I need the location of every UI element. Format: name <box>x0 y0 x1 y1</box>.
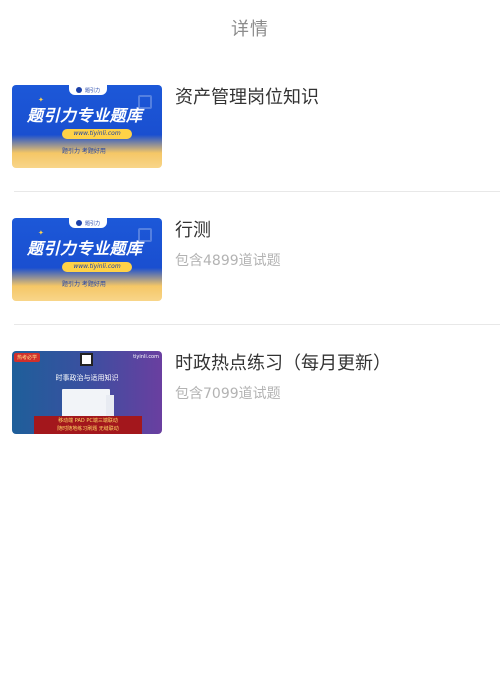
hot-tag: 热考必学 <box>14 353 41 362</box>
logo-text: 题引力 <box>84 220 100 227</box>
logo-icon <box>75 87 82 93</box>
decoration-shape <box>138 95 152 109</box>
logo-icon <box>75 220 82 226</box>
thumbnail-url: www.tiyinli.com <box>62 129 132 139</box>
list-item[interactable]: 题引力 ✦ 题引力专业题库 www.tiyinli.com 题引力 考题好用 行… <box>0 218 500 351</box>
item-info: 时政热点练习（每月更新） 包含7099道试题 <box>162 351 391 403</box>
top-bar: 详情 <box>0 0 500 56</box>
thumbnail-brand: tiyinli.com <box>133 354 159 360</box>
thumbnail-banner: 题引力专业题库 <box>27 239 143 258</box>
page-title: 详情 <box>231 19 269 40</box>
thumbnail-headline: 时事政治与适用知识 <box>55 374 119 382</box>
list-item[interactable]: 热考必学 tiyinli.com 时事政治与适用知识 移动端 PAD PC端三端… <box>0 351 500 484</box>
device-screen-illustration <box>106 395 114 417</box>
thumbnail-footer-line: 随时随地练习刷题 无缝联动 <box>57 426 119 432</box>
item-info: 行测 包含4899道试题 <box>162 218 281 270</box>
logo-text: 题引力 <box>84 87 100 94</box>
decoration-shape <box>138 228 152 242</box>
brand-logo: 题引力 <box>69 218 107 228</box>
list-item[interactable]: 题引力 ✦ 题引力专业题库 www.tiyinli.com 题引力 考题好用 资… <box>0 85 500 218</box>
thumbnail-url: www.tiyinli.com <box>62 262 132 272</box>
item-question-count: 包含4899道试题 <box>175 253 281 269</box>
thumbnail-slogan: 题引力 考题好用 <box>62 148 106 155</box>
device-screen-illustration <box>62 389 110 417</box>
course-thumbnail[interactable]: 题引力 ✦ 题引力专业题库 www.tiyinli.com 题引力 考题好用 <box>12 218 162 301</box>
item-title[interactable]: 资产管理岗位知识 <box>175 86 319 110</box>
course-thumbnail[interactable]: 题引力 ✦ 题引力专业题库 www.tiyinli.com 题引力 考题好用 <box>12 85 162 168</box>
thumbnail-footer-line: 移动端 PAD PC端三端联动 <box>58 418 118 424</box>
divider <box>14 324 500 325</box>
course-thumbnail[interactable]: 热考必学 tiyinli.com 时事政治与适用知识 移动端 PAD PC端三端… <box>12 351 162 434</box>
thumbnail-banner: 题引力专业题库 <box>27 106 143 125</box>
divider <box>14 191 500 192</box>
item-info: 资产管理岗位知识 <box>162 85 319 119</box>
item-question-count: 包含7099道试题 <box>175 386 281 402</box>
qr-code-icon <box>80 353 93 366</box>
item-title[interactable]: 时政热点练习（每月更新） <box>175 352 391 376</box>
thumbnail-footer: 移动端 PAD PC端三端联动 随时随地练习刷题 无缝联动 <box>34 416 142 434</box>
course-list: 题引力 ✦ 题引力专业题库 www.tiyinli.com 题引力 考题好用 资… <box>0 56 500 484</box>
item-title[interactable]: 行测 <box>175 219 281 243</box>
brand-logo: 题引力 <box>69 85 107 95</box>
thumbnail-slogan: 题引力 考题好用 <box>62 281 106 288</box>
